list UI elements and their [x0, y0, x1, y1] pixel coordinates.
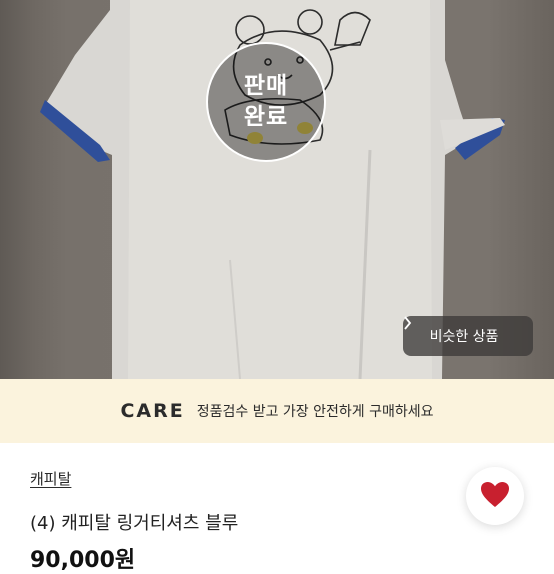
care-logo: CARE [120, 400, 185, 422]
sold-badge-line-2: 완료 [243, 104, 289, 130]
care-banner[interactable]: CARE 정품검수 받고 가장 안전하게 구매하세요 [0, 379, 554, 443]
similar-products-label: 비슷한 상품 [429, 329, 499, 345]
heart-icon [480, 481, 510, 512]
product-title: (4) 캐피탈 링거티셔츠 블루 [30, 513, 239, 534]
similar-products-button[interactable]: 비슷한 상품 [403, 316, 533, 356]
sold-badge-line-1: 판매 [243, 73, 289, 99]
like-button[interactable] [466, 467, 524, 525]
product-image[interactable]: 판매 완료 비슷한 상품 [0, 0, 554, 379]
sold-out-badge: 판매 완료 [206, 42, 326, 162]
care-banner-text: 정품검수 받고 가장 안전하게 구매하세요 [196, 404, 434, 420]
store-name-link[interactable]: 캐피탈 [30, 468, 71, 489]
product-price: 90,000원 [30, 548, 136, 573]
